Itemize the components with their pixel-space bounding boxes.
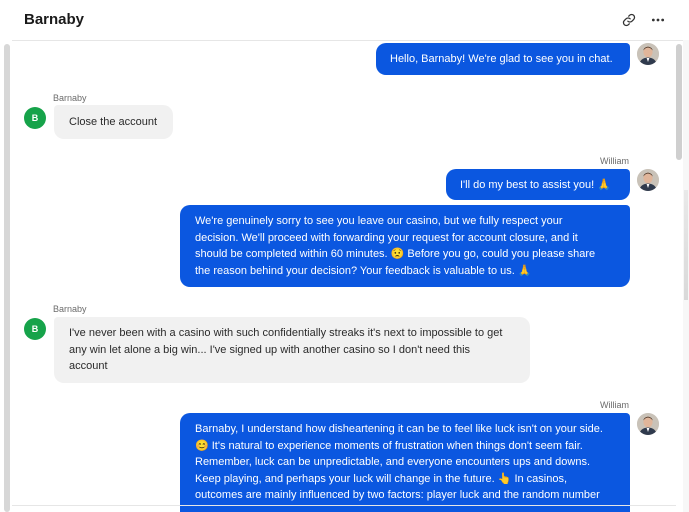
- message-bubble-agent: We're genuinely sorry to see you leave o…: [180, 205, 630, 287]
- message-bubble-agent: Hello, Barnaby! We're glad to see you in…: [376, 43, 630, 75]
- chat-header: Barnaby: [0, 0, 689, 41]
- agent-avatar: [637, 169, 659, 191]
- sender-name: William: [600, 400, 629, 410]
- agent-avatar: [637, 413, 659, 435]
- message-line: 😊 It's natural to experience moments of …: [195, 439, 583, 452]
- message-text: I'll do my best to assist you! 🙏: [460, 179, 611, 191]
- left-scroll-track: [0, 40, 12, 512]
- message-text: Close the account: [69, 116, 158, 128]
- chat-title: Barnaby: [24, 11, 85, 28]
- composer-divider: [12, 505, 676, 506]
- sender-name: William: [600, 156, 629, 166]
- message-bubble-customer: Close the account: [54, 105, 173, 139]
- scrollbar-thumb[interactable]: [676, 44, 682, 160]
- more-options-icon[interactable]: [647, 9, 669, 31]
- message-bubble-agent: I'll do my best to assist you! 🙏: [446, 169, 630, 200]
- message-line: Remember, luck can be unpredictable, and…: [195, 456, 591, 469]
- message-line: We're genuinely sorry to see you leave o…: [195, 215, 563, 227]
- message-line: Barnaby, I understand how disheartening …: [195, 423, 603, 435]
- customer-avatar: B: [24, 318, 46, 340]
- message-line: should be completed within 60 minutes. 😟…: [195, 248, 596, 261]
- message-bubble-customer: I've never been with a casino with such …: [54, 317, 530, 383]
- customer-avatar: B: [24, 107, 46, 129]
- message-line: any win let alone a big win... I've sign…: [69, 343, 471, 356]
- sender-name: Barnaby: [53, 93, 87, 103]
- message-line: outcomes are mainly influenced by two fa…: [195, 489, 600, 502]
- message-line: Keep playing, and perhaps your luck will…: [195, 472, 568, 485]
- sender-name: Barnaby: [53, 304, 87, 314]
- message-line: account: [69, 360, 108, 373]
- link-icon[interactable]: [618, 9, 640, 31]
- message-line: the reason behind your decision? Your fe…: [195, 264, 532, 277]
- message-line: I've never been with a casino with such …: [69, 327, 503, 339]
- agent-avatar: [637, 43, 659, 65]
- right-edge: [683, 40, 689, 512]
- message-bubble-agent: Barnaby, I understand how disheartening …: [180, 413, 630, 512]
- message-text: Hello, Barnaby! We're glad to see you in…: [390, 53, 613, 65]
- message-line: decision. We'll proceed with forwarding …: [195, 231, 578, 244]
